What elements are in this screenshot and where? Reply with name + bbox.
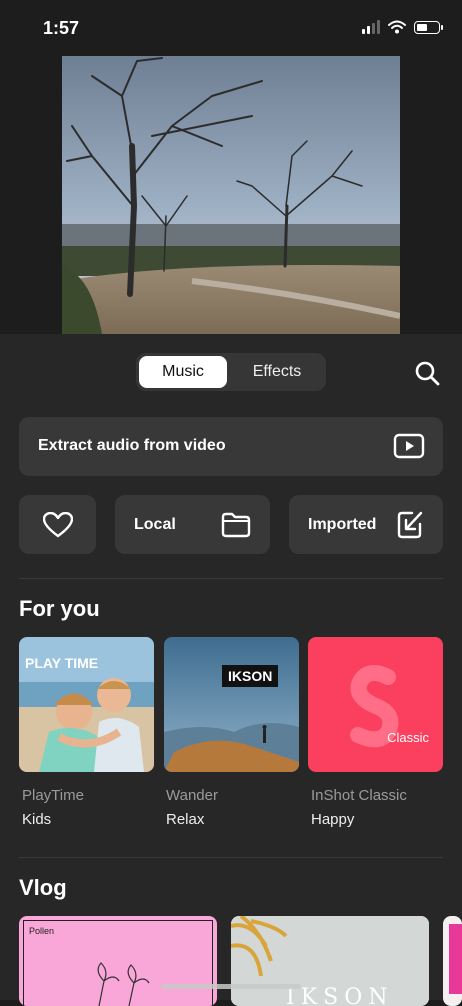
palm-illustration: IKSON — [231, 916, 429, 1006]
search-icon — [415, 361, 440, 386]
tab-effects[interactable]: Effects — [231, 356, 323, 388]
vlog-card-next[interactable] — [443, 916, 462, 1006]
imported-label: Imported — [308, 516, 377, 533]
extract-audio-label: Extract audio from video — [38, 437, 226, 454]
status-bar: 1:57 — [0, 0, 462, 56]
card-art-classic: Classic — [308, 637, 443, 772]
divider — [19, 578, 443, 579]
imported-button[interactable]: Imported — [289, 495, 443, 554]
favorites-button[interactable] — [19, 495, 96, 554]
heart-icon — [43, 512, 73, 538]
play-box-icon — [393, 433, 425, 459]
home-indicator — [161, 984, 301, 989]
tab-music[interactable]: Music — [139, 356, 227, 388]
folder-icon — [221, 512, 251, 538]
status-time: 1:57 — [43, 18, 80, 38]
card-overlay-classic: Classic — [387, 730, 429, 745]
extract-audio-button[interactable]: Extract audio from video — [19, 417, 443, 476]
tab-switcher: Music Effects — [136, 353, 326, 391]
divider — [19, 857, 443, 858]
import-arrow-icon — [397, 511, 423, 539]
card-name-classic: Happy — [311, 811, 355, 828]
card-name-playtime: Kids — [22, 811, 52, 828]
vlog-card-ikson[interactable]: IKSON — [231, 916, 429, 1006]
card-sub-wander: Wander — [166, 787, 218, 804]
vlog-card-pollen[interactable]: Pollen — [19, 916, 217, 1006]
card-sub-playtime: PlayTime — [22, 787, 84, 804]
local-label: Local — [134, 516, 176, 533]
card-art-wander: IKSON — [164, 637, 299, 772]
video-preview[interactable] — [62, 56, 400, 334]
card-art-playtime: PLAY TIME — [19, 637, 154, 772]
card-overlay-pollen: Pollen — [29, 926, 55, 936]
battery-icon — [414, 20, 443, 34]
signal-icon — [362, 20, 380, 34]
card-overlay-wander: IKSON — [222, 665, 279, 687]
music-panel: Music Effects Extract audio from video L… — [0, 334, 462, 1006]
status-icons — [362, 20, 443, 34]
wifi-icon — [388, 20, 406, 34]
preview-image — [62, 56, 400, 334]
local-button[interactable]: Local — [115, 495, 270, 554]
card-sub-classic: InShot Classic — [311, 787, 407, 804]
search-button[interactable] — [413, 359, 443, 389]
section-title-vlog: Vlog — [19, 875, 67, 900]
card-name-wander: Relax — [166, 811, 205, 828]
card-art-fragment — [449, 924, 462, 994]
section-title-for-you: For you — [19, 596, 100, 621]
card-overlay-playtime: PLAY TIME — [25, 655, 99, 671]
svg-text:IKSON: IKSON — [286, 985, 393, 1006]
flower-illustration — [97, 962, 150, 1006]
